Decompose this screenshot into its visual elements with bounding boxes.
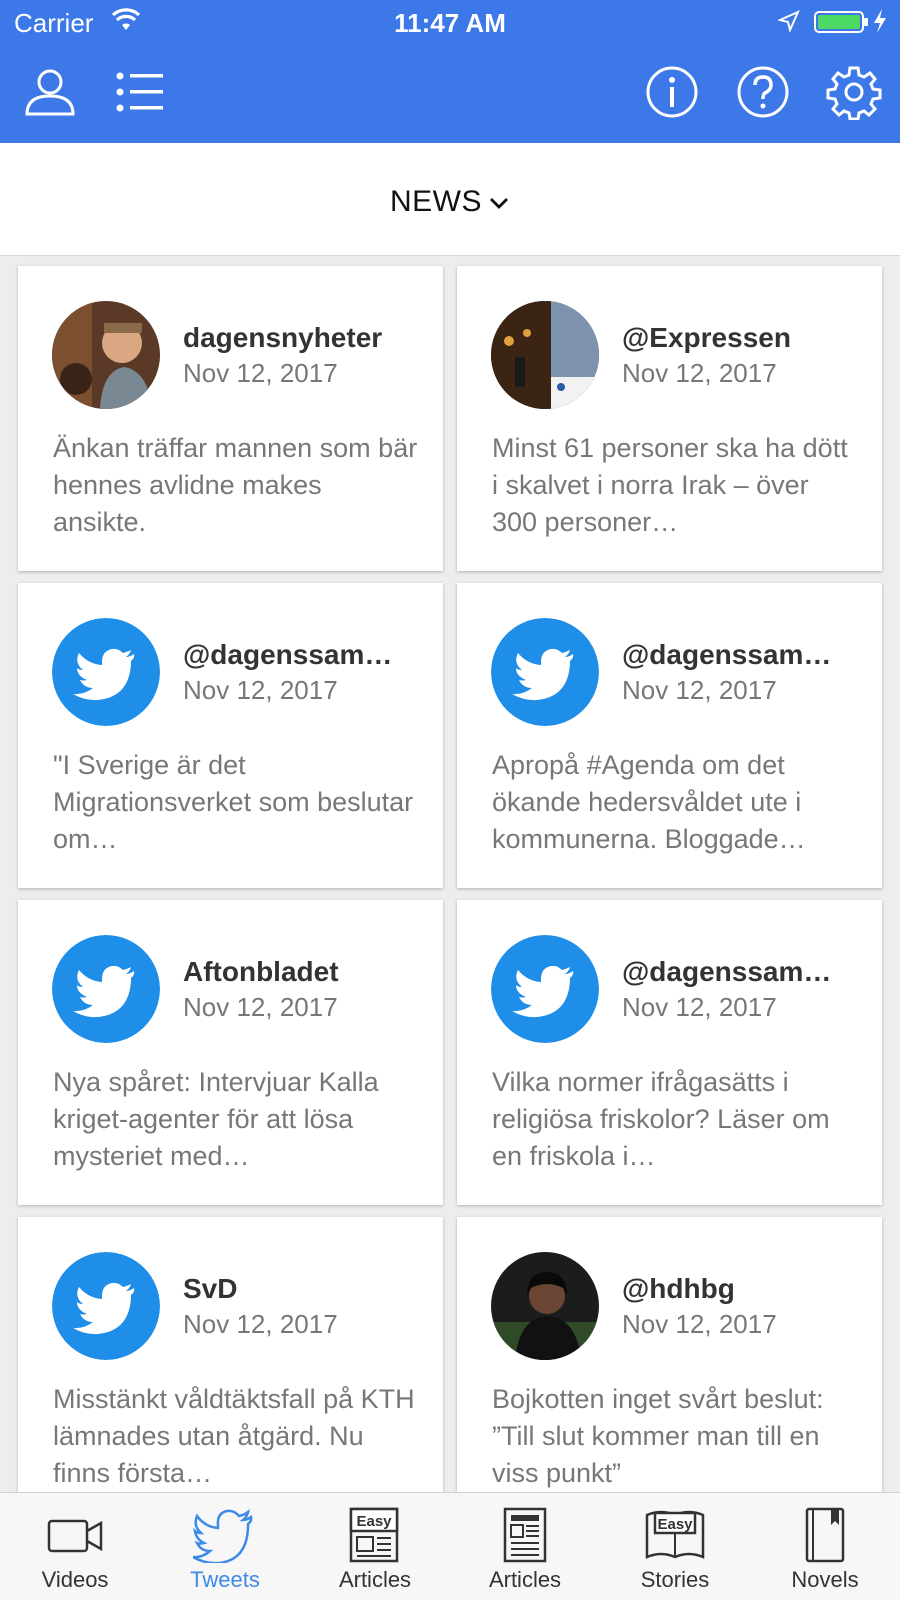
tweet-card[interactable]: @dagenssam… Nov 12, 2017 Apropå #Agenda …: [457, 583, 882, 888]
tweet-grid: dagensnyheter Nov 12, 2017 Änkan träffar…: [0, 256, 900, 1492]
top-bar: Carrier 11:47 AM: [0, 0, 900, 143]
tweet-card[interactable]: @dagenssam… Nov 12, 2017 "I Sverige är d…: [18, 583, 443, 888]
easy-badge: Easy: [657, 1516, 693, 1533]
tweet-text: "I Sverige är det Migrationsverket som b…: [53, 750, 414, 854]
location-arrow-icon: [776, 10, 800, 37]
tweet-card[interactable]: @Expressen Nov 12, 2017 Minst 61 persone…: [457, 266, 882, 571]
tab-label: Videos: [41, 1567, 109, 1592]
twitter-bird-icon: [192, 1507, 257, 1565]
author-name: dagensnyheter: [183, 322, 383, 353]
tweet-card[interactable]: SvD Nov 12, 2017 Misstänkt våldtäktsfall…: [18, 1217, 443, 1492]
tab-label: Articles: [338, 1567, 412, 1592]
tweet-text: Änkan träffar mannen som bär hennes avli…: [53, 433, 418, 537]
twitter-avatar-icon: [491, 618, 599, 726]
twitter-avatar-icon: [52, 618, 160, 726]
tweet-date: Nov 12, 2017: [183, 358, 338, 388]
tweet-card[interactable]: dagensnyheter Nov 12, 2017 Änkan träffar…: [18, 266, 443, 571]
tab-novels[interactable]: Novels: [750, 1493, 900, 1600]
author-avatar: [491, 301, 599, 409]
tweet-date: Nov 12, 2017: [622, 992, 777, 1022]
status-time: 11:47 AM: [394, 8, 506, 38]
tab-articles[interactable]: Articles: [450, 1493, 600, 1600]
tab-tweets[interactable]: Tweets: [150, 1493, 300, 1600]
tweet-text: Apropå #Agenda om det ökande hedersvålde…: [492, 750, 806, 854]
tab-label: Tweets: [190, 1567, 260, 1592]
author-name: @dagenssam…: [183, 639, 393, 670]
tab-label: Novels: [791, 1567, 859, 1592]
tweet-text: Misstänkt våldtäktsfall på KTH lämnades …: [53, 1384, 415, 1488]
list-icon[interactable]: [112, 64, 168, 120]
author-avatar: [491, 1252, 599, 1360]
twitter-avatar-icon: [491, 935, 599, 1043]
tweet-date: Nov 12, 2017: [622, 358, 777, 388]
author-name: SvD: [183, 1273, 238, 1304]
tweet-card[interactable]: Aftonbladet Nov 12, 2017 Nya spåret: Int…: [18, 900, 443, 1205]
info-icon[interactable]: [644, 64, 700, 120]
articles-icon: [493, 1507, 557, 1563]
chevron-down-icon: [490, 198, 508, 210]
author-name: @dagenssam…: [622, 639, 832, 670]
twitter-avatar-icon: [52, 935, 160, 1043]
settings-icon[interactable]: [826, 64, 882, 121]
battery-icon: [814, 10, 870, 39]
easy-stories-icon: Easy: [643, 1507, 707, 1563]
tweet-card[interactable]: @dagenssam… Nov 12, 2017 Vilka normer if…: [457, 900, 882, 1205]
author-name: @hdhbg: [622, 1273, 735, 1304]
tab-easy-articles[interactable]: Easy Articles: [300, 1493, 450, 1600]
easy-badge: Easy: [356, 1513, 392, 1530]
video-icon: [43, 1507, 107, 1563]
status-bar: Carrier 11:47 AM: [0, 0, 900, 44]
easy-articles-icon: Easy: [343, 1507, 407, 1563]
author-name: @Expressen: [622, 322, 791, 353]
tweet-date: Nov 12, 2017: [183, 675, 338, 705]
tab-bar: Videos Tweets Easy Articles Articles Eas…: [0, 1492, 900, 1600]
tweet-text: Nya spåret: Intervjuar Kalla kriget-agen…: [53, 1067, 379, 1171]
category-dropdown[interactable]: NEWS: [390, 185, 510, 219]
tweet-date: Nov 12, 2017: [183, 1309, 338, 1339]
tweet-text: Vilka normer ifrågasätts i religiösa fri…: [492, 1067, 830, 1171]
author-name: Aftonbladet: [183, 956, 339, 987]
tab-stories[interactable]: Easy Stories: [600, 1493, 750, 1600]
tweet-text: Minst 61 personer ska ha dött i skalvet …: [492, 433, 848, 537]
author-name: @dagenssam…: [622, 956, 832, 987]
author-avatar: [52, 301, 160, 409]
tab-label: Articles: [488, 1567, 562, 1592]
tab-label: Stories: [640, 1567, 710, 1592]
category-header: NEWS: [0, 143, 900, 256]
tweet-card[interactable]: @hdhbg Nov 12, 2017 Bojkotten inget svår…: [457, 1217, 882, 1492]
tweet-date: Nov 12, 2017: [183, 992, 338, 1022]
twitter-avatar-icon: [52, 1252, 160, 1360]
tweet-date: Nov 12, 2017: [622, 675, 777, 705]
novels-icon: [793, 1507, 857, 1563]
category-label: NEWS: [390, 185, 482, 218]
tweet-date: Nov 12, 2017: [622, 1309, 777, 1339]
help-icon[interactable]: [735, 64, 791, 120]
charging-bolt-icon: [872, 8, 888, 39]
profile-icon[interactable]: [22, 64, 78, 120]
tab-videos[interactable]: Videos: [0, 1493, 150, 1600]
tweet-text: Bojkotten inget svårt beslut: ”Till slut…: [492, 1384, 824, 1488]
